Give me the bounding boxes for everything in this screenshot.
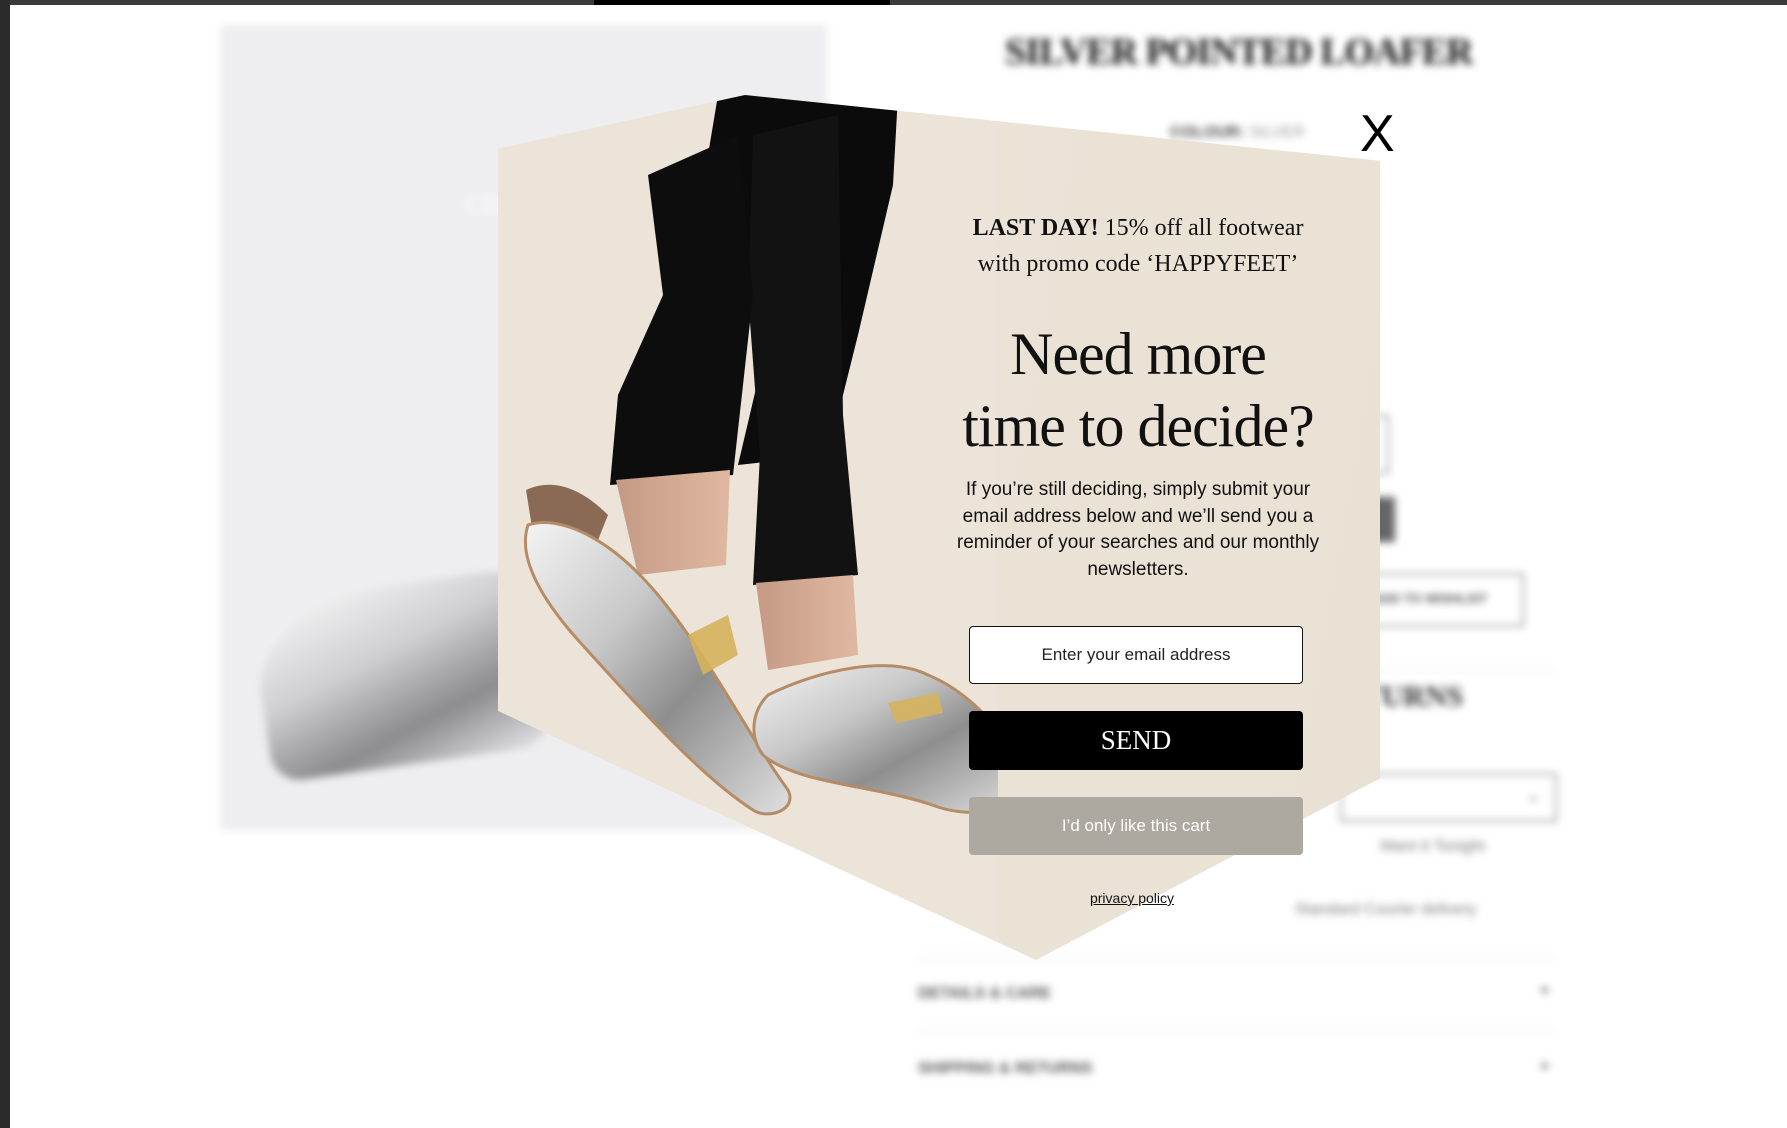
promo-bold: LAST DAY!	[972, 215, 1099, 241]
promo-banner: LAST DAY! 15% off all footwear with prom…	[948, 210, 1328, 282]
window-left-edge	[0, 0, 10, 1128]
image-caption: CH	[465, 190, 502, 219]
colour-selector: COLOUR: SILVER	[1170, 124, 1305, 142]
colour-value: SILVER	[1249, 124, 1305, 141]
email-field[interactable]	[969, 626, 1303, 684]
chevron-down-icon: ⌄	[1525, 785, 1541, 805]
delivery-note: Standard Courier delivery	[1295, 901, 1477, 918]
divider	[918, 958, 1555, 959]
close-icon[interactable]: X	[1360, 108, 1395, 160]
accordion-details-care[interactable]: DETAILS & CARE	[918, 985, 1051, 1003]
plus-icon[interactable]: +	[1540, 1058, 1549, 1076]
wishlist-label: ADD TO WISHLIST	[1372, 591, 1488, 606]
privacy-policy-link[interactable]: privacy policy	[1060, 890, 1204, 906]
delivery-option: Want it Tonight	[1380, 838, 1485, 855]
plus-icon[interactable]: +	[1540, 982, 1549, 1000]
headline-line1: Need more	[1010, 321, 1267, 387]
popup-description: If you’re still deciding, simply submit …	[956, 479, 1320, 580]
accordion-shipping-returns[interactable]: SHIPPING & RETURNS	[918, 1060, 1092, 1078]
popup-headline: Need more time to decide?	[948, 318, 1328, 462]
promo-line1: 15% off all footwear	[1098, 215, 1304, 241]
only-cart-button[interactable]: I’d only like this cart	[969, 797, 1303, 855]
promo-line2: with promo code ‘HAPPYFEET’	[977, 251, 1299, 277]
divider	[918, 1030, 1555, 1031]
send-button[interactable]: SEND	[969, 711, 1303, 770]
product-title: SILVER POINTED LOAFER	[1005, 31, 1473, 73]
colour-label: COLOUR:	[1170, 124, 1245, 141]
headline-line2: time to decide?	[962, 393, 1315, 459]
